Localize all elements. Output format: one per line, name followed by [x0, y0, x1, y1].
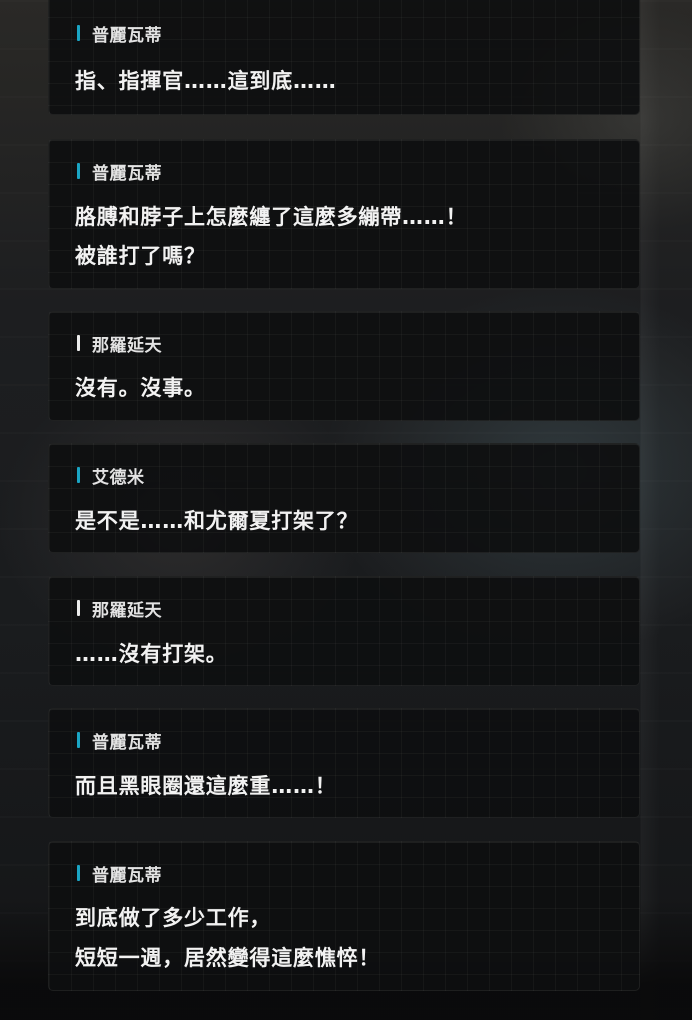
speaker-name: 那羅延天 [92, 600, 162, 621]
dialogue-line: 而且黑眼圈還這麼重……！ [75, 774, 337, 798]
speaker-accent-bar [77, 163, 80, 179]
speaker-name: 艾德米 [92, 467, 145, 488]
dialogue-line: 是不是……和尤爾夏打架了？ [75, 509, 359, 533]
dialogue-line: 到底做了多少工作， [75, 906, 272, 930]
speaker-accent-bar [77, 335, 80, 351]
dialogue-entry[interactable]: 普麗瓦蒂 胳膊和脖子上怎麼纏了這麼多繃帶……！ 被誰打了嗎？ [48, 139, 640, 289]
speaker-row: 普麗瓦蒂 [77, 862, 162, 886]
dialogue-entry[interactable]: 普麗瓦蒂 而且黑眼圈還這麼重……！ [48, 708, 640, 818]
speaker-row: 普麗瓦蒂 [77, 729, 162, 753]
dialogue-line: 胳膊和脖子上怎麼纏了這麼多繃帶……！ [75, 205, 468, 229]
speaker-name: 普麗瓦蒂 [92, 865, 162, 886]
speaker-accent-bar [77, 467, 80, 483]
speaker-accent-bar [77, 25, 80, 41]
dialogue-entry[interactable]: 那羅延天 沒有。沒事。 [48, 311, 640, 421]
dialogue-line: ……沒有打架。 [75, 642, 228, 666]
speaker-row: 艾德米 [77, 464, 145, 488]
speaker-name: 普麗瓦蒂 [92, 732, 162, 753]
dialogue-line: 沒有。沒事。 [75, 376, 206, 400]
dialogue-line: 短短一週，居然變得這麼憔悴！ [75, 946, 381, 970]
dialogue-entry[interactable]: 普麗瓦蒂 指、指揮官……這到底…… [48, 0, 640, 115]
dialogue-log[interactable]: 普麗瓦蒂 指、指揮官……這到底…… 普麗瓦蒂 胳膊和脖子上怎麼纏了這麼多繃帶……… [48, 0, 642, 1020]
speaker-row: 那羅延天 [77, 597, 162, 621]
speaker-name: 普麗瓦蒂 [92, 163, 162, 184]
speaker-row: 那羅延天 [77, 332, 162, 356]
dialogue-line: 指、指揮官……這到底…… [75, 69, 337, 93]
speaker-row: 普麗瓦蒂 [77, 160, 162, 184]
dialogue-line: 被誰打了嗎？ [75, 244, 206, 268]
speaker-name: 普麗瓦蒂 [92, 25, 162, 46]
dialogue-entry[interactable]: 那羅延天 ……沒有打架。 [48, 576, 640, 686]
speaker-accent-bar [77, 732, 80, 748]
dialogue-entry[interactable]: 艾德米 是不是……和尤爾夏打架了？ [48, 443, 640, 553]
speaker-accent-bar [77, 865, 80, 881]
dialogue-entry[interactable]: 普麗瓦蒂 到底做了多少工作， 短短一週，居然變得這麼憔悴！ [48, 841, 640, 991]
speaker-row: 普麗瓦蒂 [77, 22, 162, 46]
speaker-accent-bar [77, 600, 80, 616]
speaker-name: 那羅延天 [92, 335, 162, 356]
